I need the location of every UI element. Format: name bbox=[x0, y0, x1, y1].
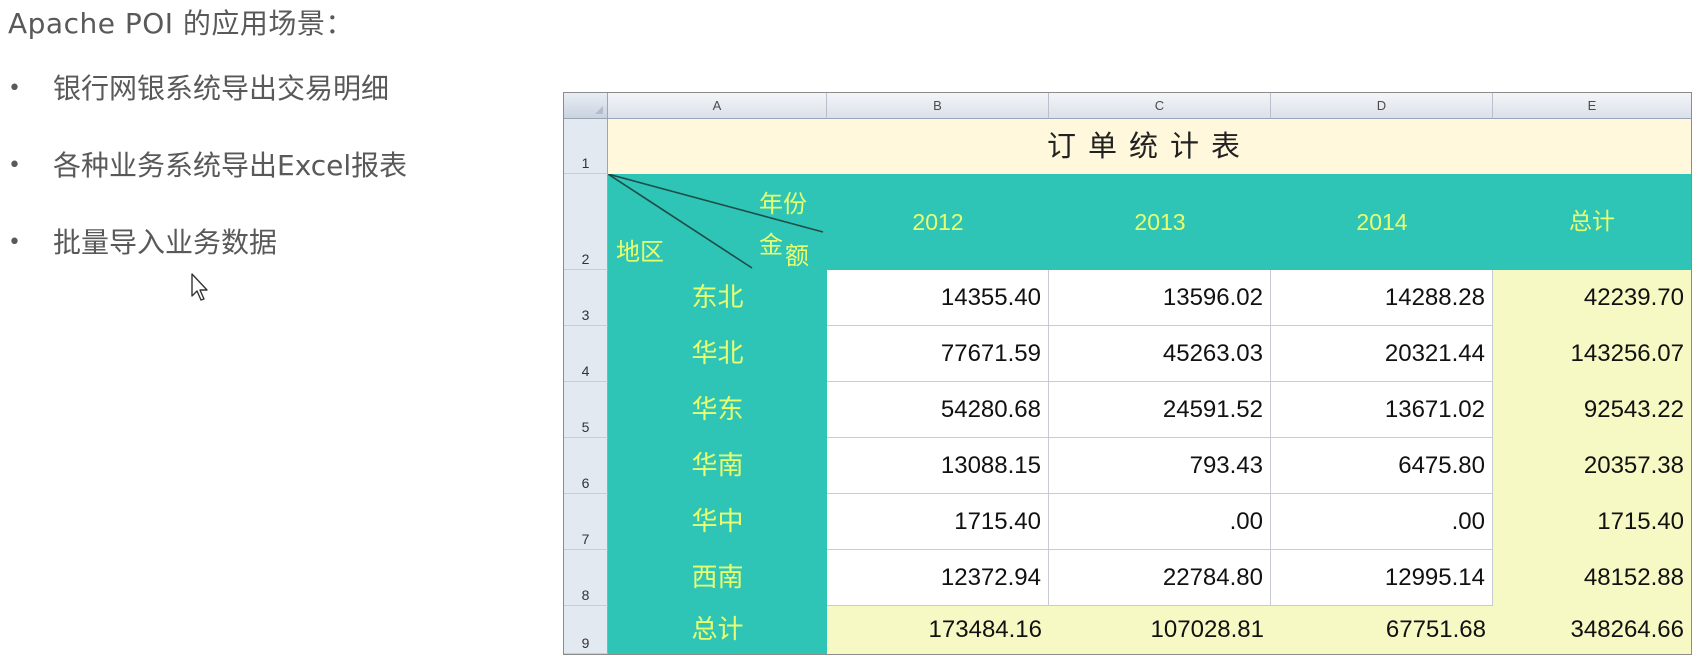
grand-total-cell[interactable]: 348264.66 bbox=[1493, 606, 1691, 654]
row-total-cell[interactable]: 92543.22 bbox=[1493, 382, 1691, 438]
totals-label-cell[interactable]: 总计 bbox=[608, 606, 827, 654]
row-header-4[interactable]: 4 bbox=[564, 326, 608, 382]
bullet-dot: • bbox=[8, 230, 21, 255]
bullet-dot: • bbox=[8, 76, 21, 101]
row-total-cell[interactable]: 20357.38 bbox=[1493, 438, 1691, 494]
row-total-cell[interactable]: 143256.07 bbox=[1493, 326, 1691, 382]
value-cell[interactable]: 14355.40 bbox=[827, 270, 1049, 326]
region-cell[interactable]: 华中 bbox=[608, 494, 827, 550]
row-total-cell[interactable]: 42239.70 bbox=[1493, 270, 1691, 326]
bullet-text: 各种业务系统导出Excel报表 bbox=[53, 149, 408, 182]
row-header-3[interactable]: 3 bbox=[564, 270, 608, 326]
column-total-cell[interactable]: 107028.81 bbox=[1049, 606, 1271, 654]
row-number: 7 bbox=[581, 531, 590, 547]
column-header-c[interactable]: C bbox=[1049, 93, 1271, 119]
value-cell[interactable]: 13088.15 bbox=[827, 438, 1049, 494]
region-cell[interactable]: 华南 bbox=[608, 438, 827, 494]
select-all-corner[interactable] bbox=[564, 93, 608, 119]
row-number: 5 bbox=[581, 419, 590, 435]
amount-label-1: 金 bbox=[759, 231, 783, 259]
value-cell[interactable]: 6475.80 bbox=[1271, 438, 1493, 494]
header-total[interactable]: 总计 bbox=[1493, 174, 1691, 270]
region-cell[interactable]: 华东 bbox=[608, 382, 827, 438]
value-cell[interactable]: 793.43 bbox=[1049, 438, 1271, 494]
row-number: 6 bbox=[581, 475, 590, 491]
diagonal-header-cell[interactable]: 年份 金 额 地区 bbox=[608, 174, 827, 270]
region-cell[interactable]: 华北 bbox=[608, 326, 827, 382]
row-number: 4 bbox=[581, 363, 590, 379]
year-label: 年份 bbox=[759, 190, 807, 218]
column-total-cell[interactable]: 67751.68 bbox=[1271, 606, 1493, 654]
header-year-2014[interactable]: 2014 bbox=[1271, 174, 1493, 270]
value-cell[interactable]: 45263.03 bbox=[1049, 326, 1271, 382]
bullet-text: 批量导入业务数据 bbox=[53, 226, 278, 259]
row-number: 2 bbox=[581, 251, 590, 267]
row-number: 8 bbox=[581, 587, 590, 603]
value-cell[interactable]: 1715.40 bbox=[827, 494, 1049, 550]
value-cell[interactable]: 77671.59 bbox=[827, 326, 1049, 382]
value-cell[interactable]: 14288.28 bbox=[1271, 270, 1493, 326]
region-label: 地区 bbox=[616, 238, 664, 266]
value-cell[interactable]: 12372.94 bbox=[827, 550, 1049, 606]
row-header-6[interactable]: 6 bbox=[564, 438, 608, 494]
row-header-2[interactable]: 2 bbox=[564, 174, 608, 270]
column-header-b[interactable]: B bbox=[827, 93, 1049, 119]
spreadsheet-image: A B C D E 1 2 3 4 5 6 7 8 9 订单统计表 年份 金 额… bbox=[563, 92, 1692, 655]
row-header-7[interactable]: 7 bbox=[564, 494, 608, 550]
row-header-1[interactable]: 1 bbox=[564, 119, 608, 174]
column-header-d[interactable]: D bbox=[1271, 93, 1493, 119]
row-total-cell[interactable]: 48152.88 bbox=[1493, 550, 1691, 606]
row-total-cell[interactable]: 1715.40 bbox=[1493, 494, 1691, 550]
row-header-5[interactable]: 5 bbox=[564, 382, 608, 438]
row-number: 1 bbox=[581, 155, 590, 171]
value-cell[interactable]: 24591.52 bbox=[1049, 382, 1271, 438]
row-header-8[interactable]: 8 bbox=[564, 550, 608, 606]
value-cell[interactable]: 54280.68 bbox=[827, 382, 1049, 438]
amount-label-2: 额 bbox=[785, 242, 809, 270]
column-header-e[interactable]: E bbox=[1493, 93, 1691, 119]
region-cell[interactable]: 西南 bbox=[608, 550, 827, 606]
value-cell[interactable]: 22784.80 bbox=[1049, 550, 1271, 606]
column-total-cell[interactable]: 173484.16 bbox=[827, 606, 1049, 654]
value-cell[interactable]: 13671.02 bbox=[1271, 382, 1493, 438]
row-number: 9 bbox=[581, 635, 590, 651]
value-cell[interactable]: .00 bbox=[1049, 494, 1271, 550]
bullet-text: 银行网银系统导出交易明细 bbox=[53, 72, 390, 105]
header-year-2013[interactable]: 2013 bbox=[1049, 174, 1271, 270]
table-title-cell[interactable]: 订单统计表 bbox=[608, 119, 1691, 174]
mouse-pointer-icon bbox=[191, 273, 208, 301]
value-cell[interactable]: 13596.02 bbox=[1049, 270, 1271, 326]
value-cell[interactable]: .00 bbox=[1271, 494, 1493, 550]
header-year-2012[interactable]: 2012 bbox=[827, 174, 1049, 270]
region-cell[interactable]: 东北 bbox=[608, 270, 827, 326]
bullet-dot: • bbox=[8, 153, 21, 178]
value-cell[interactable]: 20321.44 bbox=[1271, 326, 1493, 382]
column-header-a[interactable]: A bbox=[608, 93, 827, 119]
row-number: 3 bbox=[581, 307, 590, 323]
row-header-9[interactable]: 9 bbox=[564, 606, 608, 654]
slide-title: Apache POI 的应用场景： bbox=[8, 7, 354, 40]
value-cell[interactable]: 12995.14 bbox=[1271, 550, 1493, 606]
